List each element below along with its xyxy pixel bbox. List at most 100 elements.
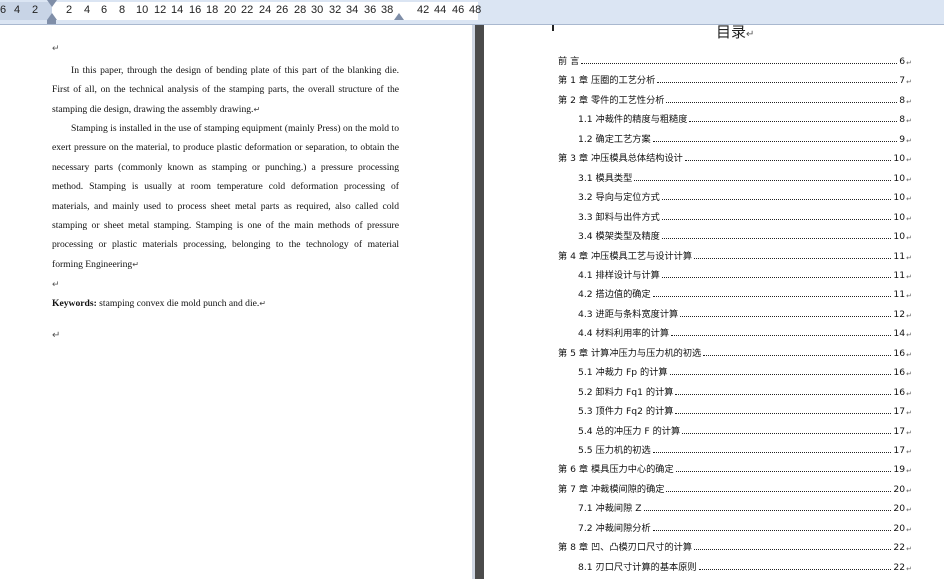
keywords-label: Keywords: <box>52 298 97 309</box>
keywords-text: stamping convex die mold punch and die. <box>96 298 260 309</box>
toc-entry-label: 5.5 压力机的初选 <box>578 445 651 456</box>
ruler-number: 16 <box>189 4 202 16</box>
blank-paragraph-mark: ↵ <box>52 279 60 289</box>
toc-entry[interactable]: 4.3 进距与条料宽度计算 12 ↵ <box>578 306 912 320</box>
toc-entry-label: 3.4 模架类型及精度 <box>578 231 660 242</box>
left-indent-marker[interactable] <box>47 20 56 24</box>
toc-entry[interactable]: 5.4 总的冲压力 F 的计算 17 ↵ <box>578 423 912 437</box>
toc-entry[interactable]: 第 5 章 计算冲压力与压力机的初选 16 ↵ <box>558 345 912 359</box>
right-indent-marker[interactable] <box>394 13 404 20</box>
paragraph-mark: ↵ <box>906 331 912 339</box>
ruler-margin-area <box>0 2 52 20</box>
toc-entry-label: 第 3 章 冲压模具总体结构设计 <box>558 153 683 164</box>
toc-page-number: 10 <box>893 192 906 203</box>
paragraph-mark: ↵ <box>906 351 912 359</box>
toc-entry[interactable]: 7.2 冲裁间隙分析 20 ↵ <box>578 520 912 534</box>
paragraph-mark: ↵ <box>906 312 912 320</box>
toc-leader-dots <box>703 355 892 356</box>
toc-entry[interactable]: 第 2 章 零件的工艺性分析 8 ↵ <box>558 92 912 106</box>
toc-entry[interactable]: 第 7 章 冲裁模间隙的确定 20 ↵ <box>558 481 912 495</box>
horizontal-ruler[interactable]: 6 4 2 2 4 6 8 10 12 14 16 18 20 22 24 26 28 30 32 34 36 38 42 4… <box>0 0 944 25</box>
toc-page-number: 20 <box>893 484 906 495</box>
toc-entry-label: 5.4 总的冲压力 F 的计算 <box>578 426 681 437</box>
toc-leader-dots <box>682 433 892 434</box>
toc-entry[interactable]: 5.3 顶件力 Fq2 的计算 17 ↵ <box>578 403 912 417</box>
toc-page-number: 12 <box>893 309 906 320</box>
first-line-indent-marker[interactable] <box>47 0 57 7</box>
toc-page-number: 9 <box>899 134 906 145</box>
toc-entry[interactable]: 1.2 确定工艺方案 9 ↵ <box>578 131 912 145</box>
toc-leader-dots <box>666 102 898 103</box>
paragraph-mark: ↵ <box>906 565 912 573</box>
toc-page-number: 17 <box>893 426 906 437</box>
document-page-abstract[interactable]: ↵ In this paper, through the design of b… <box>0 25 472 579</box>
toc-leader-dots <box>675 471 892 472</box>
paragraph-mark: ↵ <box>906 78 912 86</box>
toc-page-number: 19 <box>893 464 906 475</box>
toc-leader-dots <box>652 530 892 531</box>
paragraph-mark: ↵ <box>906 234 912 242</box>
toc-entry[interactable]: 4.4 材料利用率的计算 14 ↵ <box>578 325 912 339</box>
toc-entry[interactable]: 3.4 模架类型及精度 10 ↵ <box>578 228 912 242</box>
toc-page-number: 22 <box>893 562 906 573</box>
paragraph-mark: ↵ <box>906 545 912 553</box>
ruler-number: 2 <box>66 4 73 16</box>
toc-entry-label: 4.3 进距与条料宽度计算 <box>578 309 679 320</box>
toc-entry-label: 5.3 顶件力 Fq2 的计算 <box>578 406 674 417</box>
toc-entry[interactable]: 5.5 压力机的初选 17 ↵ <box>578 442 912 456</box>
toc-leader-dots <box>671 335 892 336</box>
toc-entry-label: 4.1 排样设计与计算 <box>578 270 660 281</box>
paragraph-mark: ↵ <box>906 448 912 456</box>
toc-entry[interactable]: 第 8 章 凹、凸模刃口尺寸的计算 22 ↵ <box>558 539 912 553</box>
toc-entry[interactable]: 第 3 章 冲压模具总体结构设计 10 ↵ <box>558 150 912 164</box>
paragraph-mark: ↵ <box>906 215 912 223</box>
toc-entry[interactable]: 1.1 冲裁件的精度与粗糙度 8 ↵ <box>578 111 912 125</box>
toc-entry-label: 第 6 章 模具压力中心的确定 <box>558 464 674 475</box>
toc-leader-dots <box>675 413 892 414</box>
ruler-number: 26 <box>276 4 289 16</box>
toc-entry-label: 第 5 章 计算冲压力与压力机的初选 <box>558 348 702 359</box>
toc-entry-label: 前 言 <box>558 56 580 67</box>
toc-entry-label: 第 7 章 冲裁模间隙的确定 <box>558 484 665 495</box>
toc-entry-label: 第 1 章 压圈的工艺分析 <box>558 75 656 86</box>
ruler-number: 44 <box>434 4 447 16</box>
toc-entry[interactable]: 5.2 卸料力 Fq1 的计算 16 ↵ <box>578 384 912 398</box>
toc-page-number: 17 <box>893 406 906 417</box>
toc-entry-label: 3.2 导向与定位方式 <box>578 192 660 203</box>
document-page-toc[interactable]: 目录↵ 前 言 6 ↵ 第 1 章 压圈的工艺分析 7 ↵ 第 2 章 零件的工艺性分析 8 ↵… <box>484 25 944 579</box>
toc-entry[interactable]: 第 6 章 模具压力中心的确定 19 ↵ <box>558 461 912 475</box>
toc-entry[interactable]: 第 1 章 压圈的工艺分析 7 ↵ <box>558 72 912 86</box>
ruler-number: 10 <box>136 4 149 16</box>
toc-entry[interactable]: 4.2 搭边值的确定 11 ↵ <box>578 286 912 300</box>
toc-entry-label: 1.2 确定工艺方案 <box>578 134 651 145</box>
toc-page-number: 7 <box>899 75 906 86</box>
toc-entry-label: 3.1 模具类型 <box>578 173 633 184</box>
paragraph-mark: ↵ <box>906 292 912 300</box>
toc-leader-dots <box>698 569 892 570</box>
toc-entry[interactable]: 4.1 排样设计与计算 11 ↵ <box>578 267 912 281</box>
toc-entry-label: 4.4 材料利用率的计算 <box>578 328 670 339</box>
toc-entry[interactable]: 3.2 导向与定位方式 10 ↵ <box>578 189 912 203</box>
ruler-number: 14 <box>171 4 184 16</box>
toc-entry-label: 1.1 冲裁件的精度与粗糙度 <box>578 114 688 125</box>
toc-entry[interactable]: 7.1 冲裁间隙 Z 20 ↵ <box>578 500 912 514</box>
toc-entry[interactable]: 8.1 刃口尺寸计算的基本原则 22 ↵ <box>578 559 912 573</box>
toc-entry[interactable]: 3.3 卸料与出件方式 10 ↵ <box>578 209 912 223</box>
paragraph-mark: ↵ <box>906 526 912 534</box>
hanging-indent-marker[interactable] <box>47 13 57 20</box>
toc-entry[interactable]: 前 言 6 ↵ <box>558 53 912 67</box>
ruler-number: 42 <box>417 4 430 16</box>
abstract-paragraph-2: Stamping is installed in the use of stam… <box>52 123 399 270</box>
paragraph-mark: ↵ <box>906 409 912 417</box>
toc-entry[interactable]: 3.1 模具类型 10 ↵ <box>578 170 912 184</box>
toc-leader-dots <box>675 394 892 395</box>
toc-entry[interactable]: 5.1 冲裁力 Fp 的计算 16 ↵ <box>578 364 912 378</box>
toc-entry-label: 5.2 卸料力 Fq1 的计算 <box>578 387 674 398</box>
toc-leader-dots <box>643 510 892 511</box>
ruler-number: 36 <box>364 4 377 16</box>
ruler-number: 32 <box>329 4 342 16</box>
paragraph-mark: ↵ <box>52 43 60 53</box>
ruler-number: 12 <box>154 4 167 16</box>
toc-entry[interactable]: 第 4 章 冲压模具工艺与设计计算 11 ↵ <box>558 248 912 262</box>
toc-page-number: 14 <box>893 328 906 339</box>
